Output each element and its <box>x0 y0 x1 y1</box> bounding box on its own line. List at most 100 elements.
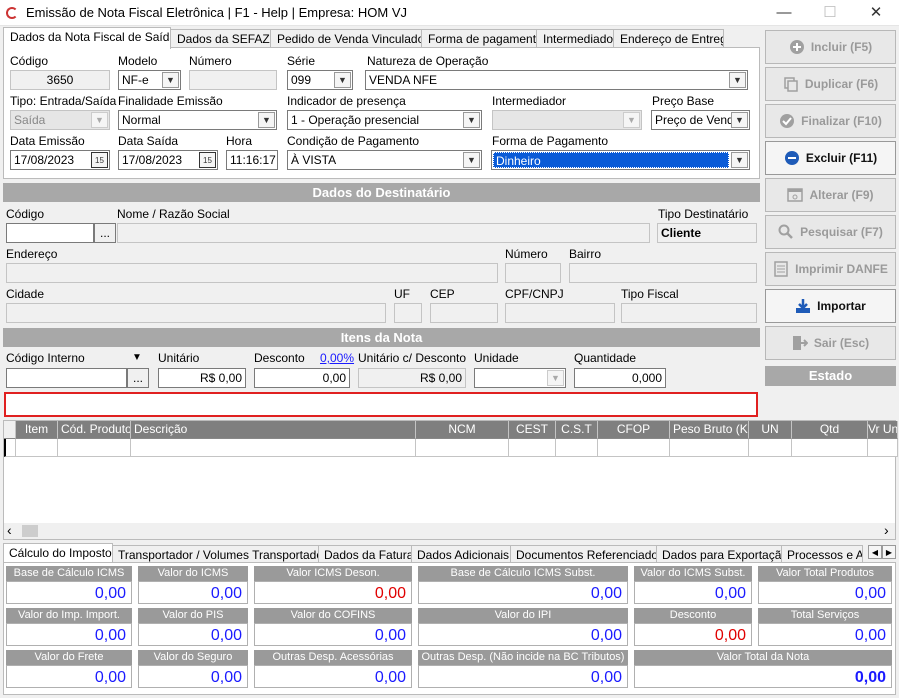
scroll-right-icon[interactable]: › <box>884 522 889 538</box>
hora-field[interactable]: 11:16:17 <box>226 150 278 170</box>
nota-tabs: Dados da Nota Fiscal de Saída Dados da S… <box>3 27 724 49</box>
chevron-down-icon: ▼ <box>258 112 275 128</box>
unitario-label: Unitário <box>158 351 200 365</box>
col-cod-produto[interactable]: Cód. Produto <box>58 421 131 439</box>
grid-header: Item Cód. Produto Descrição NCM CEST C.S… <box>4 421 898 439</box>
total-outras-nbc: Outras Desp. (Não incide na BC Tributos)… <box>418 650 628 688</box>
tab-pedido-venda[interactable]: Pedido de Venda Vinculado <box>270 29 422 49</box>
desconto-label: Desconto <box>254 351 305 365</box>
col-cfop[interactable]: CFOP <box>598 421 670 439</box>
quantidade-label: Quantidade <box>574 351 637 365</box>
minus-circle-icon <box>784 150 800 166</box>
indicador-value: 1 - Operação presencial <box>291 113 420 127</box>
data-saida-field[interactable]: 17/08/2023 15 <box>118 150 218 170</box>
itens-header: Itens da Nota <box>3 328 760 347</box>
condicao-select[interactable]: À VISTA ▼ <box>287 150 482 170</box>
endereco-field <box>6 263 498 283</box>
close-button[interactable]: ✕ <box>853 0 899 26</box>
quantidade-input[interactable]: 0,000 <box>574 368 666 388</box>
sair-button[interactable]: Sair (Esc) <box>765 326 896 360</box>
tab-endereco-entrega[interactable]: Endereço de Entrega <box>613 29 724 49</box>
minimize-button[interactable]: — <box>761 0 807 26</box>
desconto-percent-link[interactable]: 0,00% <box>320 351 354 365</box>
forma-select[interactable]: Dinheiro ▼ <box>491 150 750 170</box>
modelo-select[interactable]: NF-e ▼ <box>118 70 181 90</box>
tab-scroll-right-icon[interactable]: ▶ <box>882 545 896 559</box>
col-peso-bruto[interactable]: Peso Bruto (Kg) <box>670 421 749 439</box>
calendar-icon[interactable]: 15 <box>199 152 216 168</box>
finalidade-select[interactable]: Normal ▼ <box>118 110 277 130</box>
chevron-down-icon: ▼ <box>334 72 351 88</box>
unidade-select[interactable]: ▼ <box>474 368 566 388</box>
scroll-thumb[interactable] <box>22 525 38 537</box>
col-qtd[interactable]: Qtd <box>792 421 868 439</box>
tab-dados-sefaz[interactable]: Dados da SEFAZ <box>170 29 271 49</box>
total-produtos: Valor Total Produtos 0,00 <box>758 566 892 604</box>
intermediador-select: ▼ <box>492 110 642 130</box>
col-cest[interactable]: CEST <box>509 421 556 439</box>
tab-forma-pagamento[interactable]: Forma de pagamento <box>421 29 537 49</box>
codigo-interno-label: Código Interno <box>6 351 85 365</box>
total-valor-icms-st: Valor do ICMS Subst. 0,00 <box>634 566 752 604</box>
incluir-button[interactable]: Incluir (F5) <box>765 30 896 64</box>
tab-calculo-imposto[interactable]: Cálculo do Imposto <box>3 543 113 564</box>
condicao-label: Condição de Pagamento <box>287 134 420 148</box>
indicador-select[interactable]: 1 - Operação presencial ▼ <box>287 110 482 130</box>
importar-button[interactable]: Importar <box>765 289 896 323</box>
pesquisar-button[interactable]: Pesquisar (F7) <box>765 215 896 249</box>
chevron-down-icon: ▼ <box>463 112 480 128</box>
caret-down-icon[interactable]: ▼ <box>132 352 142 363</box>
unitario-input[interactable]: R$ 0,00 <box>158 368 246 388</box>
maximize-button[interactable]: ☐ <box>807 0 853 26</box>
horizontal-scrollbar[interactable]: ‹ › <box>4 522 895 539</box>
unit-desc-field: R$ 0,00 <box>358 368 466 388</box>
unidade-label: Unidade <box>474 351 519 365</box>
natureza-value: VENDA NFE <box>369 73 438 87</box>
data-saida-label: Data Saída <box>118 134 179 148</box>
check-circle-icon <box>779 113 795 129</box>
serie-select[interactable]: 099 ▼ <box>287 70 353 90</box>
finalizar-button[interactable]: Finalizar (F10) <box>765 104 896 138</box>
dest-codigo-input[interactable] <box>6 223 94 243</box>
table-row[interactable] <box>4 439 898 457</box>
imprimir-danfe-button[interactable]: Imprimir DANFE <box>765 252 896 286</box>
numero-label: Número <box>189 54 232 68</box>
plus-circle-icon <box>789 39 805 55</box>
destinatario-header: Dados do Destinatário <box>3 183 760 202</box>
codigo-interno-input[interactable] <box>6 368 127 388</box>
col-vr-uni[interactable]: Vr Uni <box>868 421 898 439</box>
tipo-value: Saída <box>14 113 46 127</box>
serie-value: 099 <box>291 73 312 87</box>
excluir-button[interactable]: Excluir (F11) <box>765 141 896 175</box>
total-seguro: Valor do Seguro 0,00 <box>138 650 248 688</box>
tipo-select: Saída ▼ <box>10 110 110 130</box>
calendar-icon[interactable]: 15 <box>91 152 108 168</box>
col-un[interactable]: UN <box>749 421 792 439</box>
tab-intermediador[interactable]: Intermediador <box>536 29 614 49</box>
col-item[interactable]: Item <box>16 421 58 439</box>
col-cst[interactable]: C.S.T <box>556 421 598 439</box>
numero-field <box>189 70 277 90</box>
scroll-left-icon[interactable]: ‹ <box>7 522 12 538</box>
nome-label: Nome / Razão Social <box>117 207 230 221</box>
chevron-down-icon: ▼ <box>547 370 564 386</box>
col-ncm[interactable]: NCM <box>416 421 509 439</box>
preco-base-select[interactable]: Preço de Venda ▼ <box>651 110 750 130</box>
tab-dados-nota[interactable]: Dados da Nota Fiscal de Saída <box>3 27 171 49</box>
data-emissao-field[interactable]: 17/08/2023 15 <box>10 150 110 170</box>
alterar-button[interactable]: Alterar (F9) <box>765 178 896 212</box>
estado-label: Estado <box>765 366 896 386</box>
intermediador-label: Intermediador <box>492 94 567 108</box>
col-descricao[interactable]: Descrição <box>131 421 416 439</box>
total-outras-despesas: Outras Desp. Acessórias 0,00 <box>254 650 412 688</box>
total-icms-deson: Valor ICMS Deson. 0,00 <box>254 566 412 604</box>
duplicar-button[interactable]: Duplicar (F6) <box>765 67 896 101</box>
item-lookup-button[interactable]: ... <box>127 368 149 388</box>
import-icon <box>795 298 811 314</box>
forma-label: Forma de Pagamento <box>492 134 609 148</box>
dest-lookup-button[interactable]: ... <box>94 223 116 243</box>
desconto-input[interactable]: 0,00 <box>254 368 350 388</box>
tab-scroll-left-icon[interactable]: ◀ <box>868 545 882 559</box>
chevron-down-icon: ▼ <box>623 112 640 128</box>
natureza-select[interactable]: VENDA NFE ▼ <box>365 70 748 90</box>
